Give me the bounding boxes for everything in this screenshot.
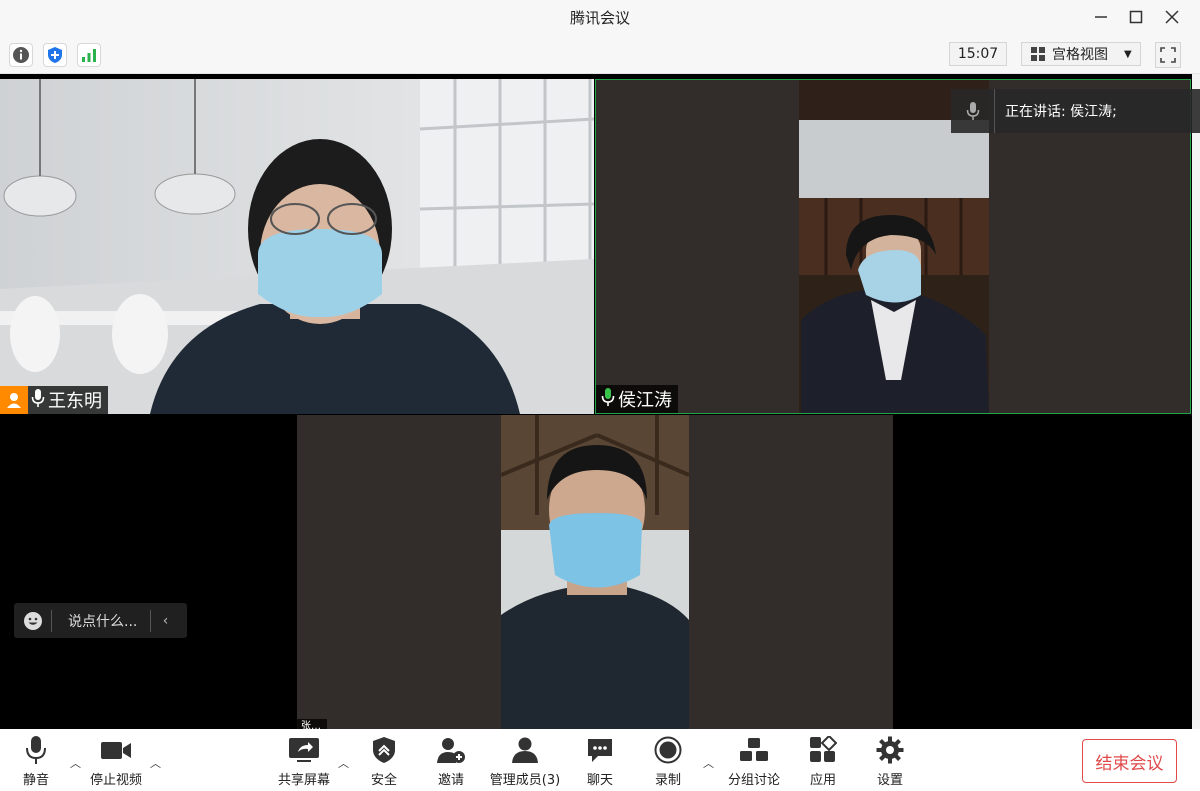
video-tile-1[interactable]: 王东明: [0, 79, 594, 414]
share-screen-button[interactable]: 共享屏幕: [269, 735, 339, 788]
maximize-icon[interactable]: [1124, 5, 1148, 29]
meeting-window: 腾讯会议 15:07 宫格视图 ▼ 王东明 侯江涛 正在讲话: 侯江涛; 张… …: [0, 0, 1200, 791]
record-button[interactable]: 录制: [633, 735, 703, 788]
mic-icon: [30, 388, 46, 413]
mic-icon: [951, 89, 995, 133]
end-meeting-button[interactable]: 结束会议: [1082, 739, 1177, 783]
info-icon[interactable]: [9, 43, 33, 67]
video-tile-3[interactable]: 张…: [297, 415, 893, 729]
apps-button[interactable]: 应用: [788, 735, 858, 788]
share-options-chevron-icon[interactable]: ︿: [338, 755, 349, 771]
signal-icon[interactable]: [77, 43, 101, 67]
invite-button[interactable]: 邀请: [416, 735, 486, 788]
video-feed: [0, 79, 594, 414]
stop-video-button[interactable]: 停止视频: [81, 735, 151, 788]
participant-label: 张…: [297, 719, 327, 729]
participant-label: 王东明: [0, 386, 108, 414]
participant-label: 侯江涛: [596, 385, 678, 413]
user-icon: [0, 386, 28, 414]
record-options-chevron-icon[interactable]: ︿: [703, 755, 714, 771]
meeting-clock: 15:07: [949, 42, 1007, 66]
speaking-indicator: 正在讲话: 侯江涛;: [951, 89, 1200, 133]
add-user-icon: [434, 735, 468, 765]
chevron-left-icon[interactable]: ‹: [150, 609, 180, 632]
emoji-icon[interactable]: [14, 609, 52, 632]
participant-name: 侯江涛: [618, 390, 672, 411]
breakout-icon: [737, 735, 771, 765]
chevron-down-icon: ▼: [1124, 48, 1132, 60]
shield-icon[interactable]: [43, 43, 67, 67]
meeting-toolbar: 15:07 宫格视图 ▼: [0, 34, 1200, 74]
minimize-icon[interactable]: [1089, 5, 1113, 29]
gear-icon: [873, 735, 907, 765]
speaking-text: 正在讲话: 侯江涛;: [1005, 104, 1117, 120]
security-button[interactable]: 安全: [349, 735, 419, 788]
apps-icon: [806, 735, 840, 765]
title-bar: 腾讯会议: [0, 0, 1200, 34]
chat-button[interactable]: 聊天: [565, 735, 635, 788]
participant-name: 王东明: [48, 391, 102, 412]
close-icon[interactable]: [1160, 5, 1184, 29]
mic-active-icon: [600, 387, 616, 412]
members-icon: [508, 735, 542, 765]
camera-icon: [99, 735, 133, 765]
record-icon: [651, 735, 685, 765]
participant-name: 张…: [301, 720, 321, 730]
audio-options-chevron-icon[interactable]: ︿: [70, 755, 81, 771]
chat-quick-input[interactable]: 说点什么... ‹: [14, 603, 187, 638]
settings-button[interactable]: 设置: [855, 735, 925, 788]
breakout-button[interactable]: 分组讨论: [719, 735, 789, 788]
microphone-icon: [19, 735, 53, 765]
mute-button[interactable]: 静音: [1, 735, 71, 788]
video-options-chevron-icon[interactable]: ︿: [150, 755, 161, 771]
grid-icon: [1031, 47, 1045, 61]
bottom-control-bar: 静音 ︿ 停止视频 ︿ 共享屏幕 ︿ 安全 邀请 管理成员(3) 聊天 录制 ︿…: [0, 729, 1200, 791]
chat-placeholder[interactable]: 说点什么...: [68, 611, 150, 631]
side-panel-edge: [1192, 74, 1200, 729]
chat-icon: [583, 735, 617, 765]
video-feed: [500, 415, 690, 729]
view-label: 宫格视图: [1052, 47, 1108, 63]
window-title: 腾讯会议: [569, 9, 630, 27]
security-icon: [367, 735, 401, 765]
fullscreen-icon[interactable]: [1155, 42, 1181, 68]
manage-members-button[interactable]: 管理成员(3): [490, 735, 560, 788]
grid-view-dropdown[interactable]: 宫格视图 ▼: [1021, 42, 1141, 66]
share-screen-icon: [287, 735, 321, 765]
